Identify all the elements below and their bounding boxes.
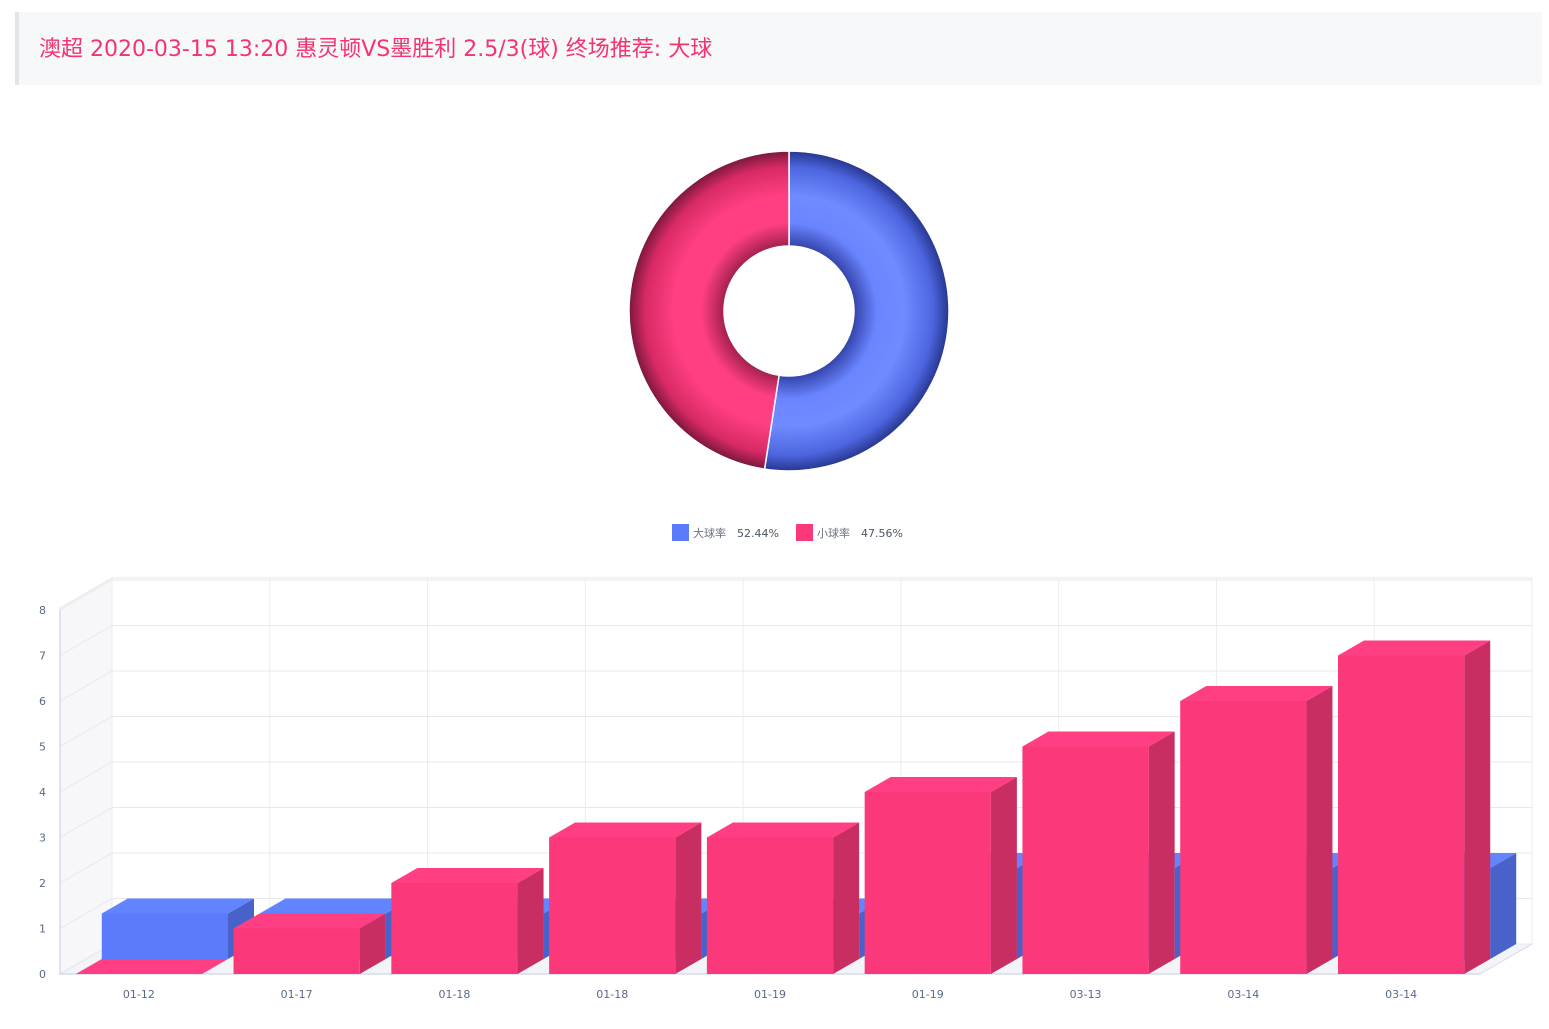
bar-front-front — [1338, 655, 1465, 974]
bar-front[interactable] — [233, 913, 386, 975]
legend-swatch — [672, 524, 689, 541]
x-tick-label: 01-19 — [912, 988, 944, 1001]
bar-front-top — [1180, 686, 1333, 701]
x-tick-label: 01-19 — [754, 988, 786, 1001]
legend-label: 大球率 — [693, 526, 726, 540]
x-tick-label: 03-13 — [1070, 988, 1102, 1001]
bar-front[interactable] — [549, 822, 702, 975]
bar-front[interactable] — [864, 777, 1017, 974]
y-tick-label: 0 — [39, 968, 46, 981]
y-tick-label: 3 — [39, 832, 46, 845]
x-tick-label: 01-18 — [596, 988, 628, 1001]
chart-canvas: 大球率 52.44% 小球率 47.56% 0 1 2 3 4 5 6 7 8 01-12 01-17 01… — [39, 150, 1534, 1001]
x-tick-label: 01-17 — [281, 988, 313, 1001]
legend-swatch — [796, 524, 813, 541]
bar-front-side — [675, 822, 702, 974]
x-tick-label: 01-18 — [438, 988, 470, 1001]
bar-back[interactable] — [101, 898, 255, 960]
x-tick-label: 03-14 — [1227, 988, 1259, 1001]
y-tick-label: 4 — [39, 786, 46, 799]
y-tick-label: 5 — [39, 741, 46, 754]
bar-front-side — [1464, 640, 1491, 974]
x-tick-label: 01-12 — [123, 988, 155, 1001]
y-tick-label: 6 — [39, 695, 46, 708]
bar-front-front — [1022, 746, 1149, 974]
y-tick-label: 1 — [39, 923, 46, 936]
bar-front-top — [75, 959, 229, 974]
bar-front-top — [864, 777, 1017, 792]
bar-front-front — [549, 837, 676, 974]
bar-front-top — [706, 822, 860, 838]
y-tick-label: 2 — [39, 877, 46, 890]
bar-front[interactable] — [391, 868, 544, 974]
bar-front-front — [1180, 701, 1307, 974]
donut-chart — [628, 150, 950, 472]
x-tick-label: 03-14 — [1385, 988, 1417, 1001]
bar-front-side — [517, 868, 544, 974]
bar-front-top — [1338, 640, 1491, 656]
y-tick-label: 8 — [39, 604, 46, 617]
bar-front[interactable] — [75, 959, 229, 974]
bar-front-top — [391, 868, 544, 883]
pie-slice-over[interactable] — [763, 150, 950, 472]
y-tick-label: 7 — [39, 650, 46, 663]
bar-front-top — [1022, 731, 1175, 747]
bar-front[interactable] — [1022, 731, 1175, 975]
bar-front-side — [833, 822, 860, 974]
legend-value: 47.56% — [861, 527, 903, 540]
bar-front[interactable] — [1338, 640, 1491, 975]
bar-back-top — [259, 898, 412, 914]
bar-front-front — [233, 928, 360, 974]
donut-legend: 大球率 52.44% 小球率 47.56% — [672, 524, 903, 541]
bar-front[interactable] — [1180, 686, 1333, 974]
bar-back-top — [101, 898, 255, 914]
legend-value: 52.44% — [737, 527, 779, 540]
bar-front-side — [1148, 731, 1175, 974]
pie-slice-under[interactable] — [628, 150, 790, 470]
bar-chart-3d: 0 1 2 3 4 5 6 7 8 01-12 01-17 01-18 01-18 01-19 01-19 0… — [39, 577, 1534, 1001]
bar-front-side — [1306, 686, 1333, 974]
bar-front[interactable] — [706, 822, 860, 975]
bar-front-top — [233, 913, 386, 929]
bar-front-front — [864, 792, 991, 974]
bar-front-front — [706, 837, 834, 974]
bar-back-front — [101, 913, 228, 959]
bar-front-side — [990, 777, 1017, 974]
legend-label: 小球率 — [817, 526, 850, 540]
bar-front-front — [391, 883, 518, 974]
bar-front-top — [549, 822, 702, 838]
bar-back-side — [1490, 853, 1517, 959]
